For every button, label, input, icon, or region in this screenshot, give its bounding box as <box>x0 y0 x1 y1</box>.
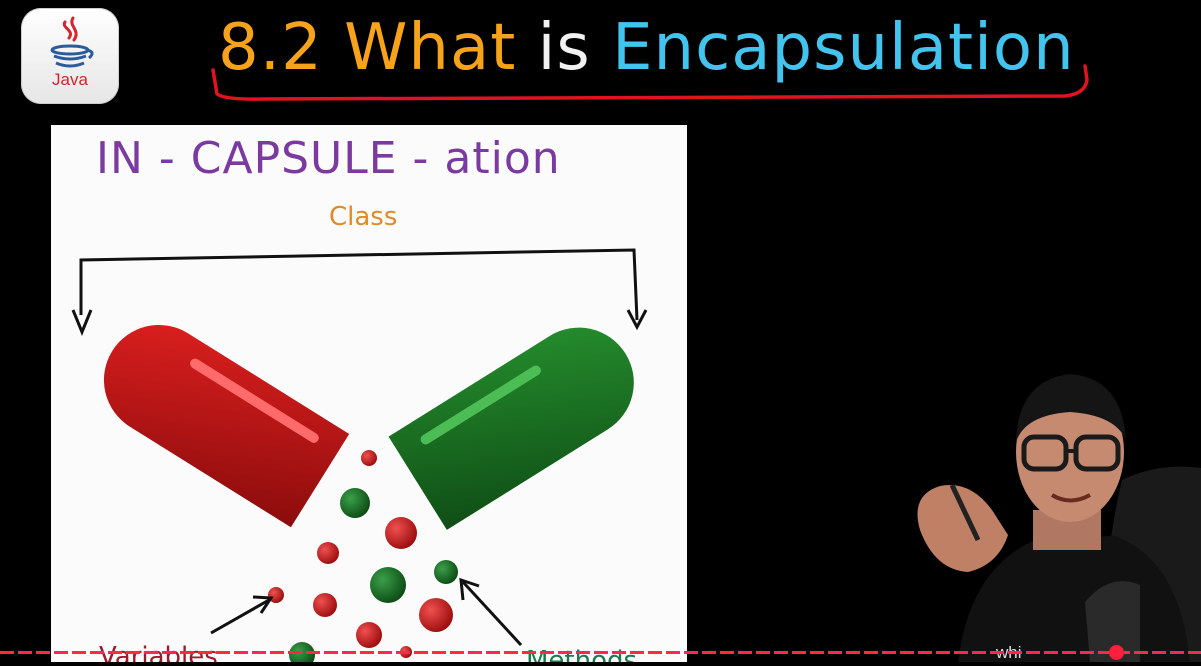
encapsulation-slide: IN - CAPSULE - ation Class Variables Met… <box>51 125 687 662</box>
class-label: Class <box>329 202 397 232</box>
video-progress-played <box>0 651 1117 654</box>
variables-arrow <box>210 595 274 635</box>
red-capsule-half <box>103 324 350 528</box>
java-label: Java <box>52 70 88 89</box>
slide-heading: IN - CAPSULE - ation <box>96 133 561 184</box>
java-logo: Java <box>21 8 119 104</box>
presenter-webcam <box>900 360 1201 662</box>
class-bracket <box>71 248 648 336</box>
title-underline <box>211 64 1089 101</box>
video-progress-knob[interactable] <box>1108 645 1124 660</box>
methods-label: Methods <box>526 646 637 662</box>
methods-arrow <box>459 577 523 647</box>
green-capsule-half <box>388 327 634 530</box>
java-cup-icon <box>50 16 94 68</box>
